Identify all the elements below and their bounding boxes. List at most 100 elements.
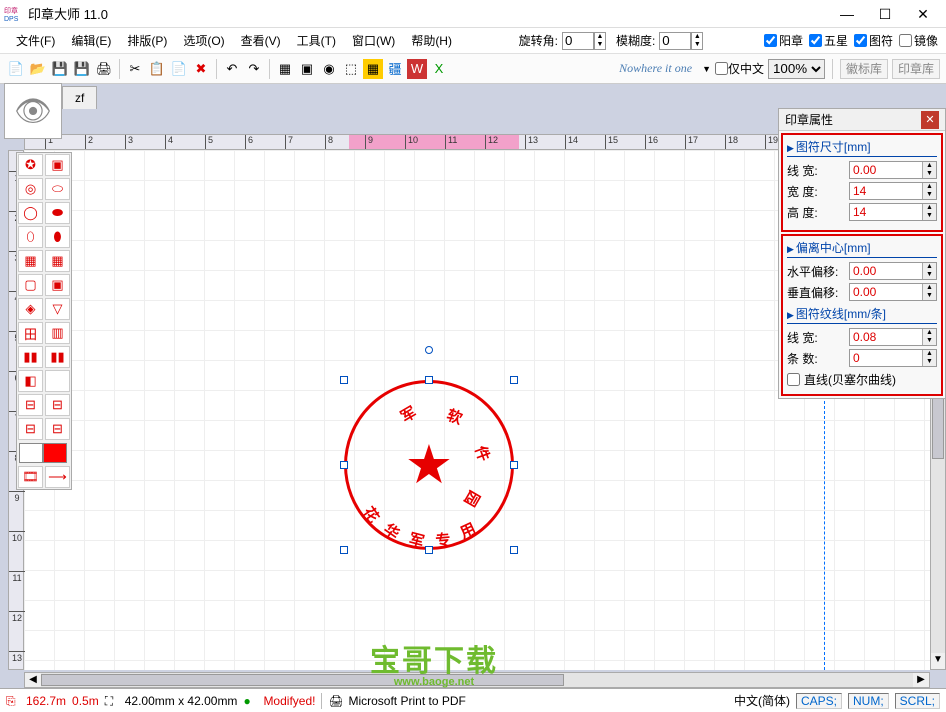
- menu-edit[interactable]: 编辑(E): [63, 29, 119, 52]
- menu-options[interactable]: 选项(O): [175, 29, 232, 52]
- menu-view[interactable]: 查看(V): [233, 29, 289, 52]
- check-mirror[interactable]: 镜像: [899, 32, 938, 49]
- menu-help[interactable]: 帮助(H): [403, 29, 460, 52]
- height-input[interactable]: [850, 204, 922, 220]
- palette-square-icon[interactable]: ▣: [45, 154, 70, 176]
- color-red-swatch[interactable]: [43, 443, 67, 463]
- linew-down[interactable]: ▼: [923, 170, 936, 178]
- check-star[interactable]: 五星: [809, 32, 848, 49]
- tool6-icon[interactable]: 疆: [385, 59, 405, 79]
- minimize-button[interactable]: —: [828, 1, 866, 27]
- menu-tools[interactable]: 工具(T): [289, 29, 344, 52]
- palette-bars2-icon[interactable]: ▮▮: [45, 346, 70, 368]
- tool4-icon[interactable]: ⬚: [341, 59, 361, 79]
- handle-e[interactable]: [510, 461, 518, 469]
- tool5-icon[interactable]: ▦: [363, 59, 383, 79]
- chinese-only-check[interactable]: 仅中文: [715, 60, 764, 77]
- palette-dcircle-icon[interactable]: ◎: [18, 178, 43, 200]
- palette-h1-icon[interactable]: ⊟: [18, 394, 43, 416]
- undo-icon[interactable]: ↶: [222, 59, 242, 79]
- print-icon[interactable]: 🖨: [94, 59, 114, 79]
- fit-icon[interactable]: ⛶: [105, 694, 119, 708]
- seal-library-button[interactable]: 印章库: [892, 59, 940, 79]
- panel-close-icon[interactable]: ✕: [921, 111, 939, 129]
- pcount-down[interactable]: ▼: [923, 358, 936, 366]
- paste-icon[interactable]: 📄: [169, 59, 189, 79]
- blur-down[interactable]: ▼: [692, 41, 702, 49]
- handle-rot[interactable]: [425, 346, 433, 354]
- tool3-icon[interactable]: ◉: [319, 59, 339, 79]
- color-white-swatch[interactable]: [19, 443, 43, 463]
- palette-empty-icon[interactable]: [45, 370, 70, 392]
- menu-file[interactable]: 文件(F): [8, 29, 63, 52]
- palette-circle-icon[interactable]: ◯: [18, 202, 43, 224]
- hoff-input[interactable]: [850, 263, 922, 279]
- voff-input[interactable]: [850, 284, 922, 300]
- tool1-icon[interactable]: ▦: [275, 59, 295, 79]
- palette-tri-icon[interactable]: ▽: [45, 298, 70, 320]
- height-down[interactable]: ▼: [923, 212, 936, 220]
- eye-preview-icon[interactable]: 👁: [4, 83, 62, 139]
- palette-rect-icon[interactable]: ▢: [18, 274, 43, 296]
- palette-h3-icon[interactable]: ⊟: [18, 418, 43, 440]
- font-sample[interactable]: Nowhere it one: [613, 61, 698, 76]
- palette-arrow-icon[interactable]: ⟶: [45, 466, 70, 488]
- width-down[interactable]: ▼: [923, 191, 936, 199]
- blur-up[interactable]: ▲: [692, 33, 702, 41]
- palette-diamond-icon[interactable]: ◈: [18, 298, 43, 320]
- maximize-button[interactable]: ☐: [866, 1, 904, 27]
- height-up[interactable]: ▲: [923, 204, 936, 212]
- handle-nw[interactable]: [340, 376, 348, 384]
- palette-oval3-icon[interactable]: ⬬: [45, 202, 70, 224]
- copy-icon[interactable]: 📋: [147, 59, 167, 79]
- tool7-icon[interactable]: W: [407, 59, 427, 79]
- palette-oval2-icon[interactable]: ⬭: [45, 178, 70, 200]
- handle-w[interactable]: [340, 461, 348, 469]
- linew-up[interactable]: ▲: [923, 162, 936, 170]
- hscroll-right-icon[interactable]: ▶: [913, 673, 929, 687]
- plinew-input[interactable]: [850, 329, 922, 345]
- palette-h4-icon[interactable]: ⊟: [45, 418, 70, 440]
- hscroll-left-icon[interactable]: ◀: [25, 673, 41, 687]
- plinew-up[interactable]: ▲: [923, 329, 936, 337]
- hoff-down[interactable]: ▼: [923, 271, 936, 279]
- palette-oval-icon[interactable]: ⬯: [18, 226, 43, 248]
- palette-film-icon[interactable]: 🎞: [18, 466, 43, 488]
- hoff-up[interactable]: ▲: [923, 263, 936, 271]
- palette-grid-icon[interactable]: ▦: [18, 250, 43, 272]
- palette-rect2-icon[interactable]: ▣: [45, 274, 70, 296]
- handle-n[interactable]: [425, 376, 433, 384]
- vscroll-down-icon[interactable]: ▼: [931, 653, 945, 669]
- handle-ne[interactable]: [510, 376, 518, 384]
- handle-sw[interactable]: [340, 546, 348, 554]
- palette-h2-icon[interactable]: ⊟: [45, 394, 70, 416]
- icon-library-button[interactable]: 徽标库: [840, 59, 888, 79]
- width-up[interactable]: ▲: [923, 183, 936, 191]
- voff-down[interactable]: ▼: [923, 292, 936, 300]
- palette-grid3-icon[interactable]: ▥: [45, 322, 70, 344]
- tool8-icon[interactable]: X: [429, 59, 449, 79]
- handle-s[interactable]: [425, 546, 433, 554]
- bezier-check[interactable]: 直线(贝塞尔曲线): [787, 371, 937, 388]
- palette-oval4-icon[interactable]: ⬮: [45, 226, 70, 248]
- handle-se[interactable]: [510, 546, 518, 554]
- menu-layout[interactable]: 排版(P): [119, 29, 175, 52]
- menu-window[interactable]: 窗口(W): [344, 29, 403, 52]
- open-icon[interactable]: 📂: [28, 59, 48, 79]
- palette-bars-icon[interactable]: ▮▮: [18, 346, 43, 368]
- close-button[interactable]: ✕: [904, 1, 942, 27]
- palette-tian-icon[interactable]: 田: [18, 322, 43, 344]
- delete-icon[interactable]: ✖: [191, 59, 211, 79]
- pcount-input[interactable]: [850, 350, 922, 366]
- linew-input[interactable]: [850, 162, 922, 178]
- palette-circle-star-icon[interactable]: ✪: [18, 154, 43, 176]
- seal-object[interactable]: ★ 军 软 件 园 华 军 专 用 花: [344, 380, 514, 550]
- width-input[interactable]: [850, 183, 922, 199]
- new-icon[interactable]: 📄: [6, 59, 26, 79]
- save-icon[interactable]: 💾: [50, 59, 70, 79]
- cut-icon[interactable]: ✂: [125, 59, 145, 79]
- zoom-select[interactable]: 100%: [768, 59, 825, 79]
- check-yang[interactable]: 阳章: [764, 32, 803, 49]
- palette-half-icon[interactable]: ◧: [18, 370, 43, 392]
- rotate-input[interactable]: [562, 32, 594, 50]
